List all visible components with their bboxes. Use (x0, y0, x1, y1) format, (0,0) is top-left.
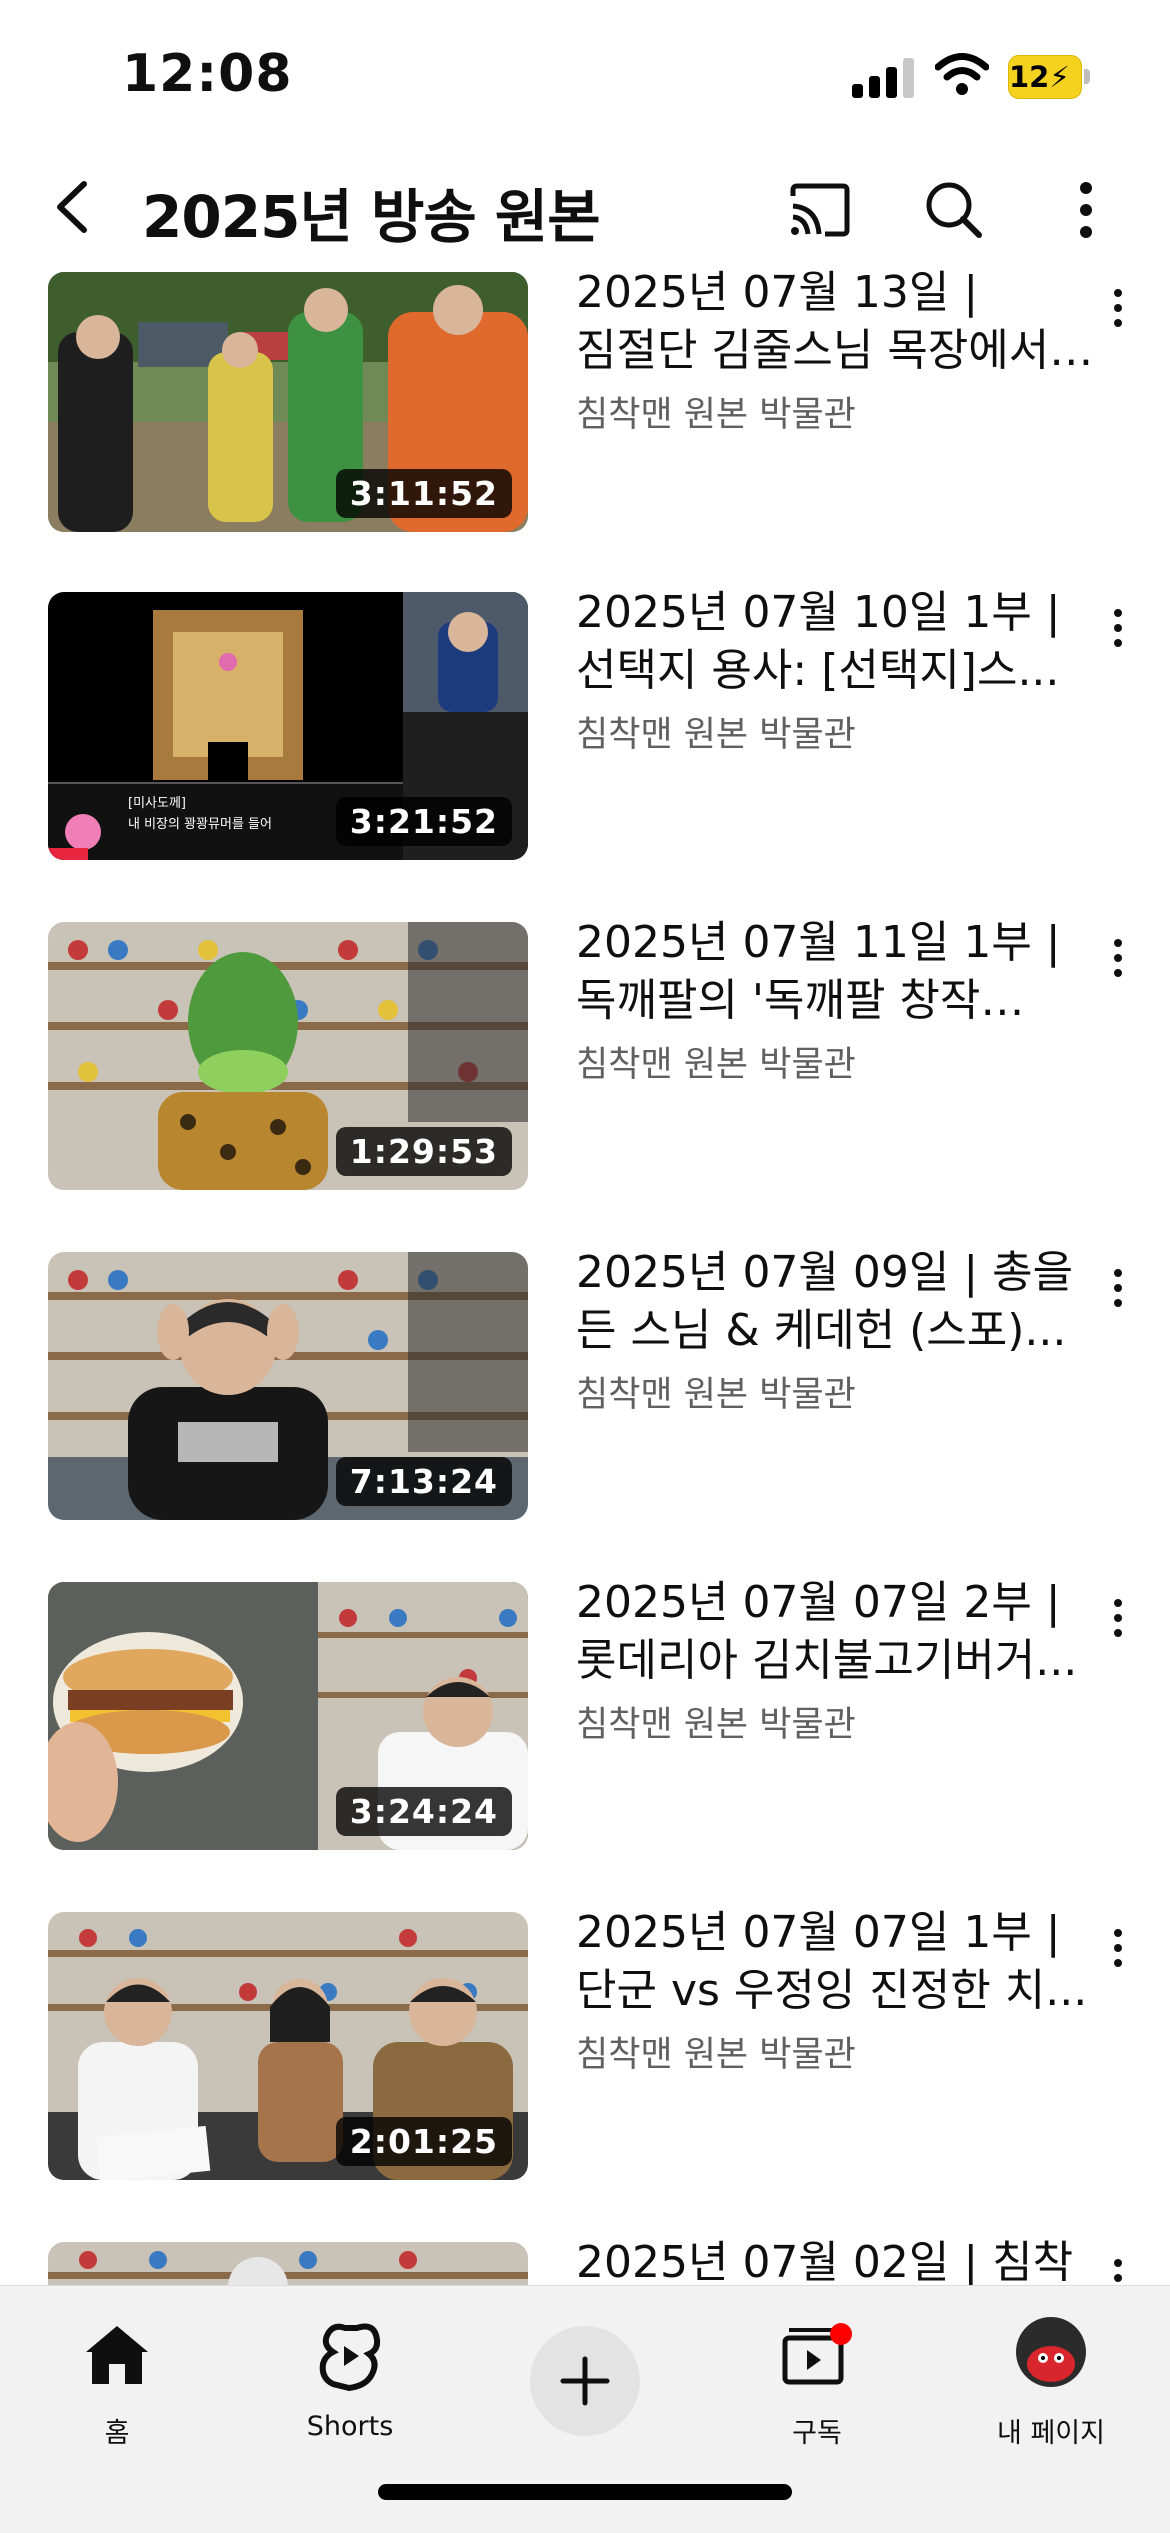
search-icon (926, 182, 982, 238)
wifi-icon (934, 52, 990, 96)
video-thumbnail[interactable]: 2:01:25 (48, 1912, 528, 2180)
video-more-button[interactable] (1098, 598, 1138, 658)
game-dialogue-line: 내 비장의 꽝꽝뮤머를 들어 (128, 817, 272, 832)
video-more-button[interactable] (1098, 2248, 1138, 2285)
video-thumbnail[interactable]: [미사도께] 내 비장의 꽝꽝뮤머를 들어 3:21:52 (48, 592, 528, 860)
channel-name[interactable]: 침착맨 원본 박물관 (576, 1366, 1096, 1417)
game-speaker-name: [미사도께] (128, 796, 186, 811)
video-item[interactable]: 3:24:24 2025년 07월 07일 2부 | 롯데리아 김치불고기버거.… (0, 1577, 1170, 1852)
video-meta: 2025년 07월 07일 1부 | 단군 vs 우정잉 진정한 치... 침착… (576, 1904, 1096, 2077)
video-item[interactable]: 1:29:53 2025년 07월 11일 1부 | 독깨팔의 '독깨팔 창작 … (0, 917, 1170, 1192)
avatar-icon (1016, 2317, 1086, 2387)
nav-subscriptions[interactable]: 구독 (722, 2306, 912, 2456)
video-meta: 2025년 07월 10일 1부 | 선택지 용사: [선택지]스... 침착맨… (576, 584, 1096, 757)
video-thumbnail[interactable]: 7:13:24 (48, 1252, 528, 1520)
video-meta: 2025년 07월 09일 | 총을 든 스님 & 케데헌 (스포)... 침착… (576, 1244, 1096, 1417)
search-button[interactable] (916, 172, 992, 248)
channel-name[interactable]: 침착맨 원본 박물관 (576, 1036, 1096, 1087)
video-title[interactable]: 2025년 07월 07일 1부 | 단군 vs 우정잉 진정한 치... (576, 1904, 1096, 2020)
video-duration: 3:11:52 (335, 469, 512, 518)
video-more-button[interactable] (1098, 1258, 1138, 1318)
nav-home-label: 홈 (104, 2418, 130, 2449)
channel-name[interactable]: 침착맨 원본 박물관 (576, 1696, 1096, 1747)
video-title[interactable]: 2025년 07월 02일 | 침착 (576, 2234, 1096, 2285)
video-duration: 1:29:53 (335, 1127, 512, 1176)
signal-icon (852, 56, 916, 98)
battery-icon: 12⚡ (1008, 55, 1082, 99)
video-more-button[interactable] (1098, 278, 1138, 338)
video-meta: 2025년 07월 02일 | 침착 (576, 2234, 1096, 2285)
video-meta: 2025년 07월 11일 1부 | 독깨팔의 '독깨팔 창작 공모전' 침착맨… (576, 914, 1096, 1087)
video-duration: 2:01:25 (335, 2117, 512, 2166)
nav-shorts-label: Shorts (306, 2411, 394, 2442)
video-item[interactable]: [미사도께] 내 비장의 꽝꽝뮤머를 들어 3:21:52 2025년 07월 … (0, 587, 1170, 862)
nav-me-label: 내 페이지 (997, 2418, 1105, 2449)
back-button[interactable] (40, 172, 110, 242)
top-app-bar: 2025년 방송 원본 (0, 150, 1170, 270)
video-title[interactable]: 2025년 07월 11일 1부 | 독깨팔의 '독깨팔 창작 공모전' (576, 914, 1096, 1030)
video-item[interactable]: 3:11:52 2025년 07월 13일 | 짐절단 김줄스님 목장에서 동.… (0, 270, 1170, 542)
video-list: 3:11:52 2025년 07월 13일 | 짐절단 김줄스님 목장에서 동.… (0, 270, 1170, 2285)
cast-button[interactable] (782, 172, 858, 248)
subscriptions-icon (782, 2323, 852, 2385)
shorts-icon (319, 2323, 381, 2392)
video-thumbnail[interactable]: 3:24:24 (48, 1582, 528, 1850)
video-thumbnail[interactable]: 3:11:52 (48, 272, 528, 532)
video-duration: 3:24:24 (335, 1787, 512, 1836)
channel-name[interactable]: 침착맨 원본 박물관 (576, 2026, 1096, 2077)
nav-shorts[interactable]: Shorts (255, 2306, 445, 2456)
more-options-button[interactable] (1048, 172, 1124, 248)
video-duration: 3:21:52 (335, 797, 512, 846)
create-button[interactable] (530, 2326, 640, 2436)
more-vertical-icon (1080, 182, 1092, 238)
channel-name[interactable]: 침착맨 원본 박물관 (576, 386, 1096, 437)
page-title: 2025년 방송 원본 (142, 183, 601, 251)
video-title[interactable]: 2025년 07월 13일 | 짐절단 김줄스님 목장에서 동... (576, 270, 1096, 380)
home-icon (86, 2326, 148, 2384)
nav-me[interactable]: 내 페이지 (956, 2306, 1146, 2456)
video-title[interactable]: 2025년 07월 09일 | 총을 든 스님 & 케데헌 (스포)... (576, 1244, 1096, 1360)
channel-name[interactable]: 침착맨 원본 박물관 (576, 706, 1096, 757)
video-item[interactable]: 2:01:25 2025년 07월 07일 1부 | 단군 vs 우정잉 진정한… (0, 1907, 1170, 2182)
nav-home[interactable]: 홈 (22, 2306, 212, 2456)
video-more-button[interactable] (1098, 1918, 1138, 1978)
video-thumbnail[interactable] (48, 2242, 528, 2285)
status-time: 12:08 (122, 44, 293, 104)
video-meta: 2025년 07월 13일 | 짐절단 김줄스님 목장에서 동... 침착맨 원… (576, 270, 1096, 437)
video-more-button[interactable] (1098, 928, 1138, 988)
video-item[interactable]: 7:13:24 2025년 07월 09일 | 총을 든 스님 & 케데헌 (스… (0, 1247, 1170, 1522)
chevron-left-icon (57, 181, 87, 233)
video-meta: 2025년 07월 07일 2부 | 롯데리아 김치불고기버거... 침착맨 원… (576, 1574, 1096, 1747)
video-more-button[interactable] (1098, 1588, 1138, 1648)
video-thumbnail[interactable]: 1:29:53 (48, 922, 528, 1190)
thumbnail-image (48, 2242, 528, 2285)
video-item[interactable]: 2025년 07월 02일 | 침착 (0, 2237, 1170, 2285)
home-indicator[interactable] (378, 2484, 792, 2500)
battery-cap (1084, 69, 1090, 84)
video-duration: 7:13:24 (335, 1457, 512, 1506)
nav-subscriptions-label: 구독 (792, 2418, 842, 2449)
status-bar: 12:08 12⚡ (0, 0, 1170, 150)
plus-icon (560, 2356, 610, 2406)
cast-icon (790, 183, 850, 237)
video-title[interactable]: 2025년 07월 10일 1부 | 선택지 용사: [선택지]스... (576, 584, 1096, 700)
video-title[interactable]: 2025년 07월 07일 2부 | 롯데리아 김치불고기버거... (576, 1574, 1096, 1690)
notification-dot (830, 2323, 852, 2345)
battery-level: 12⚡ (1009, 60, 1070, 94)
